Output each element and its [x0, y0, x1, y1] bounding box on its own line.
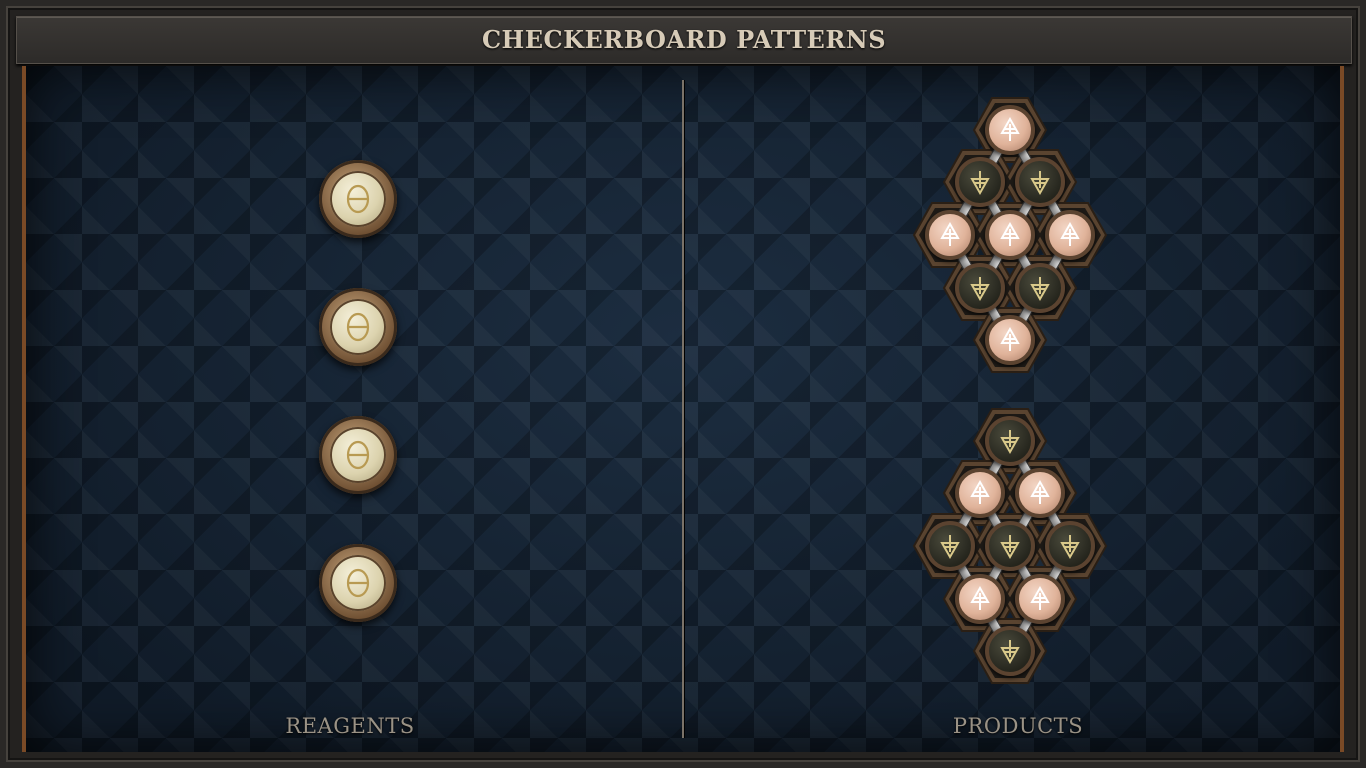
title-bar: CHECKERBOARD PATTERNS	[16, 16, 1352, 64]
products-label: PRODUCTS	[952, 714, 1084, 738]
salt-down-glyph-icon	[1000, 430, 1020, 455]
salt-atom-dark	[985, 521, 1035, 571]
salt-down-glyph-icon	[970, 171, 990, 196]
reagent-core	[330, 427, 386, 483]
theta-icon	[346, 312, 370, 342]
theta-icon	[346, 440, 370, 470]
salt-atom-light	[1015, 468, 1065, 518]
salt-up-glyph-icon	[1000, 221, 1020, 246]
salt-up-glyph-icon	[940, 221, 960, 246]
theta-icon	[346, 568, 370, 598]
salt-up-glyph-icon	[1030, 479, 1050, 504]
reagent-core	[330, 171, 386, 227]
salt-atom-light	[1015, 574, 1065, 624]
reagent-atom[interactable]	[319, 288, 397, 366]
salt-down-glyph-icon	[1030, 171, 1050, 196]
panel-divider	[682, 80, 684, 738]
reagent-atom[interactable]	[319, 544, 397, 622]
salt-up-glyph-icon	[1000, 326, 1020, 351]
salt-atom-light	[1045, 210, 1095, 260]
salt-up-glyph-icon	[970, 585, 990, 610]
salt-atom-light	[985, 210, 1035, 260]
salt-down-glyph-icon	[940, 535, 960, 560]
salt-down-glyph-icon	[1060, 535, 1080, 560]
salt-atom-light	[985, 105, 1035, 155]
salt-atom-light	[925, 210, 975, 260]
salt-atom-dark	[1015, 263, 1065, 313]
reagent-atom[interactable]	[319, 160, 397, 238]
salt-atom-dark	[925, 521, 975, 571]
salt-atom-dark	[955, 263, 1005, 313]
theta-icon	[346, 184, 370, 214]
salt-up-glyph-icon	[1000, 116, 1020, 141]
salt-atom-light	[955, 574, 1005, 624]
salt-atom-light	[955, 468, 1005, 518]
salt-atom-dark	[955, 157, 1005, 207]
reagent-atom[interactable]	[319, 416, 397, 494]
salt-up-glyph-icon	[970, 479, 990, 504]
reagents-label: REAGENTS	[285, 714, 415, 738]
salt-atom-dark	[1015, 157, 1065, 207]
salt-down-glyph-icon	[1000, 640, 1020, 665]
puzzle-title: CHECKERBOARD PATTERNS	[481, 25, 887, 54]
salt-down-glyph-icon	[1030, 277, 1050, 302]
reagent-core	[330, 555, 386, 611]
salt-down-glyph-icon	[1000, 535, 1020, 560]
reagent-core	[330, 299, 386, 355]
salt-atom-dark	[985, 626, 1035, 676]
salt-atom-dark	[1045, 521, 1095, 571]
salt-up-glyph-icon	[1060, 221, 1080, 246]
salt-atom-light	[985, 315, 1035, 365]
salt-down-glyph-icon	[970, 277, 990, 302]
salt-up-glyph-icon	[1030, 585, 1050, 610]
salt-atom-dark	[985, 416, 1035, 466]
